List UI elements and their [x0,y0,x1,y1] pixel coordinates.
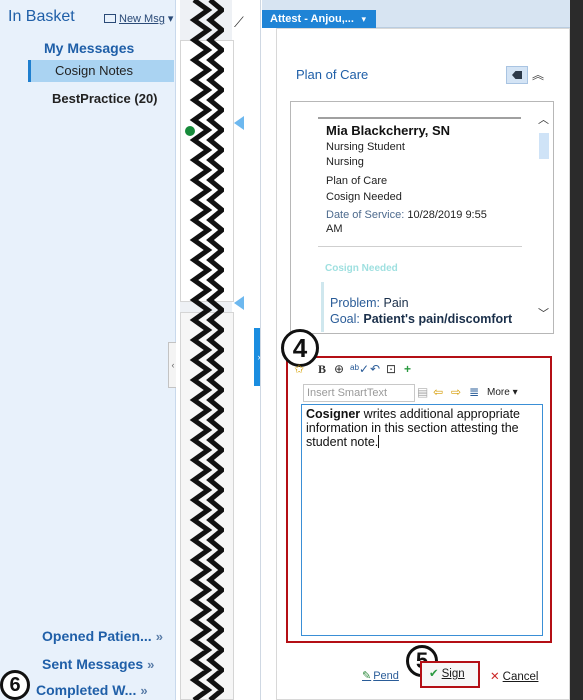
find-icon[interactable]: ⊕ [334,362,344,376]
folder-bestpractice[interactable]: BestPractice (20) [52,91,158,106]
cancel-button[interactable]: ✕ Cancel [490,669,538,683]
date-of-service-time-suffix: AM [326,223,343,235]
smarttext-toolbar: Insert SmartText ▤ ⇦ ⇨ ≣ More ▾ [303,384,543,402]
sign-button[interactable]: ✔ Sign [420,661,480,688]
spellcheck-icon[interactable]: ᵃᵇ✓ [350,362,369,376]
folder-label: Cosign Notes [55,63,134,78]
text-cursor [378,435,380,448]
tab-attest[interactable]: Attest - Anjou,... ▾ [262,10,376,28]
arrow-right-icon[interactable]: ⇨ [451,385,461,399]
author-department: Nursing [326,156,364,168]
scroll-up-icon[interactable]: ︿ [538,111,549,127]
problem-line: Problem: Pain [330,296,409,310]
double-chevron-up-icon[interactable]: ︽ [532,66,544,83]
close-icon: ✕ [490,671,500,683]
my-messages-heading[interactable]: My Messages [44,40,134,56]
inbasket-title: In Basket [8,8,75,25]
attestation-textarea[interactable]: Cosigner writes additional appropriate i… [301,404,543,636]
bold-icon[interactable]: B [318,362,326,377]
pointer-triangle-icon [234,296,244,310]
double-chevron-down-icon: » [147,657,155,672]
pointer-triangle-icon [234,116,244,130]
double-chevron-down-icon: » [155,629,163,644]
tag-icon[interactable] [506,66,528,84]
new-msg-label: New Msg [119,13,165,25]
pend-icon: ✎ [362,670,372,682]
scroll-thumb[interactable] [539,133,549,159]
torn-edge-graphic [189,0,224,700]
smartphrase-icon[interactable]: ▤ [417,385,428,399]
star-icon[interactable]: ✩ [294,362,304,376]
chevron-down-icon[interactable]: ▾ [361,10,366,28]
note-status: Cosign Needed [326,191,402,203]
add-icon[interactable]: + [404,362,411,376]
arrow-left-icon[interactable]: ⇦ [433,385,443,399]
undo-icon[interactable]: ↶ [370,362,380,376]
author-name: Mia Blackcherry, SN [326,123,451,138]
note-type: Plan of Care [326,175,388,187]
author-role: Nursing Student [326,141,405,153]
note-scrollbar[interactable]: ︿ ﹀ [537,107,551,329]
window-edge [570,0,583,700]
problem-bar [321,282,324,332]
goal-line: Goal: Patient's pain/discomfort [330,312,513,326]
checkmark-icon: ✔ [429,668,439,680]
opened-patient-link[interactable]: Opened Patien...» [42,628,163,644]
insert-field-icon[interactable]: ⊡ [386,362,396,376]
tab-label: Attest - Anjou,... [270,13,354,25]
editor-toolbar: ✩ B ⊕ ᵃᵇ✓ ↶ ⊡ + [292,362,548,380]
close-pane-icon[interactable]: ⟋ [234,14,244,31]
more-menu[interactable]: More ▾ [487,387,518,398]
list-arrow-icon[interactable]: ≣ [469,385,479,399]
pend-button[interactable]: ✎ Pend [362,669,399,682]
scroll-down-icon[interactable]: ﹀ [538,305,549,321]
new-msg-button[interactable]: New Msg ▾ [104,12,173,25]
smarttext-input[interactable]: Insert SmartText [303,384,415,402]
completed-link[interactable]: Completed W...» [36,682,148,698]
date-of-service: Date of Service: 10/28/2019 9:55 [326,209,487,221]
inbasket-header: In Basket New Msg ▾ [0,6,176,30]
plan-of-care-title: Plan of Care [296,67,369,82]
cosign-needed-heading: Cosign Needed [325,263,398,274]
envelope-icon [104,14,116,23]
callout-6: 6 [0,670,30,700]
double-chevron-down-icon: » [140,683,148,698]
folder-cosign-notes[interactable]: Cosign Notes [28,60,174,82]
sent-messages-link[interactable]: Sent Messages» [42,656,154,672]
